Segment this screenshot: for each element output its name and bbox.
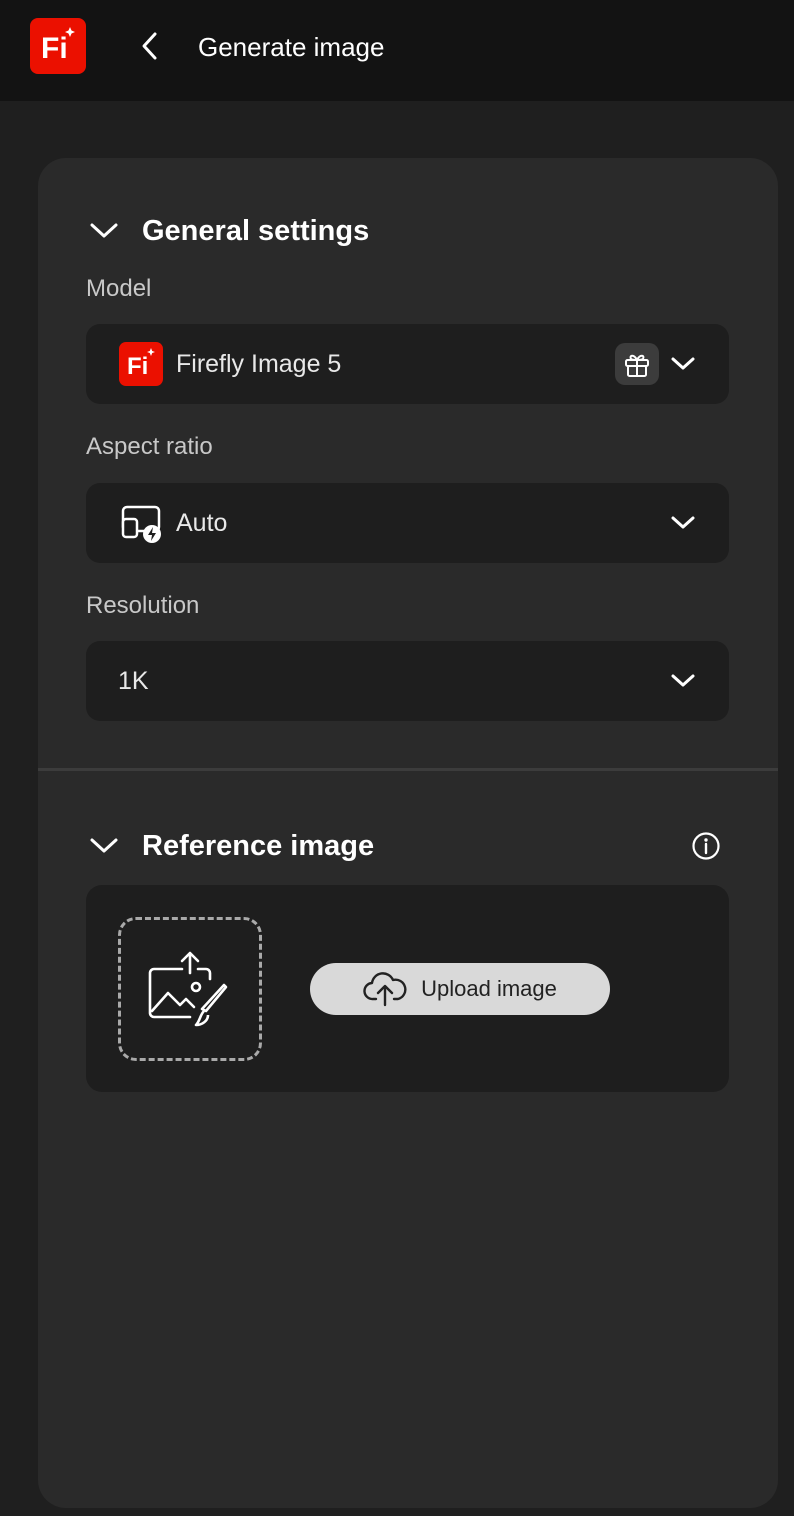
gift-icon[interactable] [615,343,659,385]
chevron-down-icon [86,213,122,249]
chevron-left-icon [142,32,157,60]
aspect-ratio-auto-icon [118,500,164,546]
svg-text:Fi: Fi [127,353,148,380]
upload-image-button[interactable]: Upload image [310,963,610,1015]
chevron-down-icon [663,661,703,701]
top-bar: Fi Generate image [0,0,794,101]
page-title: Generate image [198,32,385,62]
reference-image-box: Upload image [86,885,729,1092]
model-label: Model [86,275,152,302]
reference-image-title: Reference image [142,830,375,862]
chevron-down-icon [663,503,703,543]
upload-image-label: Upload image [421,976,557,1001]
aspect-ratio-select[interactable]: Auto [86,483,729,563]
section-divider [38,768,778,771]
firefly-model-icon: Fi [118,341,164,387]
model-value: Firefly Image 5 [176,349,342,378]
back-button[interactable] [128,24,172,68]
resolution-select[interactable]: 1K [86,641,729,721]
image-upload-icon [148,951,228,1027]
image-drop-zone[interactable] [118,917,262,1061]
chevron-down-icon [663,344,703,384]
info-icon[interactable] [688,828,724,864]
cloud-upload-icon [363,972,407,1007]
firefly-logo[interactable]: Fi [30,18,86,74]
general-settings-toggle[interactable]: General settings [86,213,369,249]
settings-panel: General settings Model Fi Firefly Image … [38,158,778,1508]
reference-image-toggle[interactable]: Reference image [86,828,374,864]
general-settings-title: General settings [142,215,370,247]
chevron-down-icon [86,828,122,864]
resolution-value: 1K [118,666,149,695]
model-select[interactable]: Fi Firefly Image 5 [86,324,729,404]
resolution-label: Resolution [86,592,200,619]
svg-text:Fi: Fi [41,32,68,65]
firefly-logo-icon: Fi [41,27,75,65]
aspect-ratio-value: Auto [176,508,228,537]
aspect-ratio-label: Aspect ratio [86,433,213,460]
